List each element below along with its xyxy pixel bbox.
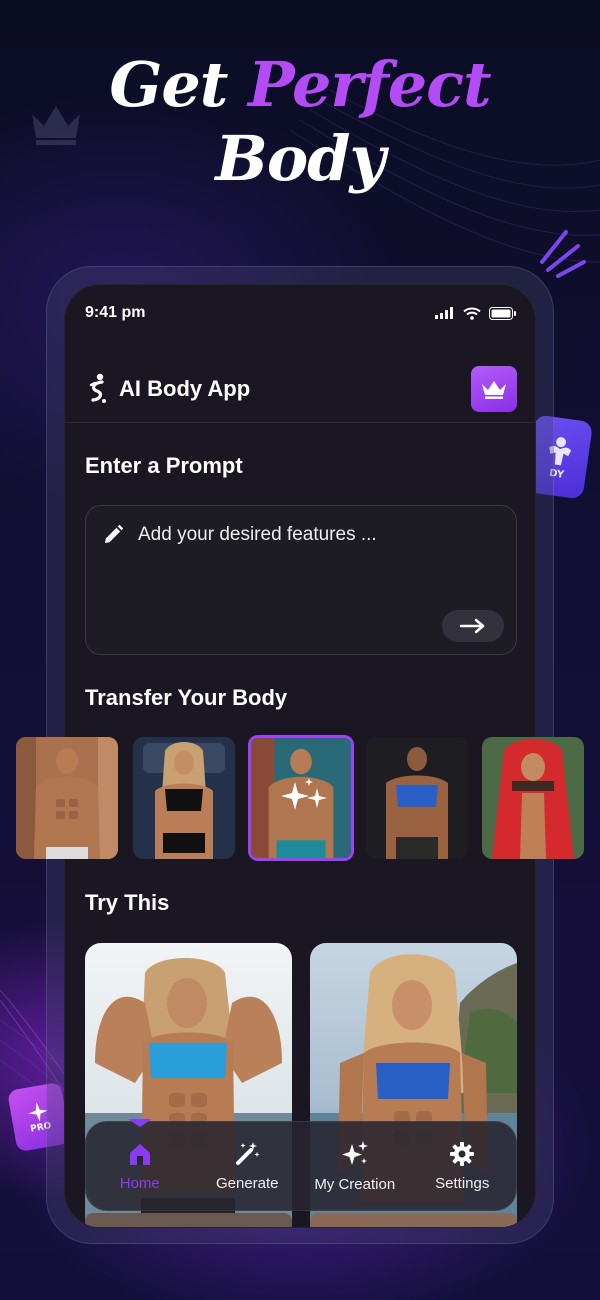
body-thumb-male-teal[interactable] [248,735,354,861]
next-row-preview [85,1213,517,1227]
app-header: AI Body App [65,355,535,423]
prompt-input[interactable]: Add your desired features ... [85,505,517,655]
figure-logo-icon [89,373,106,403]
magic-wand-icon [236,1141,260,1165]
prompt-row: Add your desired features ... [102,524,377,546]
nav-generate[interactable]: Generate [197,1141,297,1192]
nav-my-creation[interactable]: My Creation [305,1140,405,1193]
thumb-image-male-red-hoodie [482,737,584,859]
battery-icon [489,306,516,320]
body-thumb-male-red-hoodie[interactable] [482,737,584,859]
prompt-placeholder: Add your desired features ... [138,524,377,545]
body-thumb-female-black[interactable] [133,737,235,859]
wifi-icon [463,307,481,320]
accent-lines-decoration [540,230,586,278]
transfer-body-carousel [16,735,586,861]
prompt-section-title: Enter a Prompt [85,453,243,478]
arrow-right-icon [459,618,485,634]
app-title: AI Body App [119,375,251,401]
try-section-title: Try This [85,890,170,915]
nav-settings[interactable]: Settings [412,1141,512,1192]
status-icons [435,306,517,320]
signal-icon [435,307,453,319]
active-nav-indicator [127,1118,152,1127]
headline-word-body: Body [215,122,385,195]
submit-prompt-button[interactable] [442,610,504,642]
transfer-section-title: Transfer Your Body [85,685,288,710]
gear-icon [450,1141,475,1166]
headline-word-perfect: Perfect [248,48,492,121]
crown-icon [482,380,506,399]
app-brand: AI Body App [87,373,250,405]
nav-my-creation-label: My Creation [314,1175,396,1193]
bottom-navigation: Home Generate My Creation Settings [85,1118,517,1211]
headline-word-get: Get [109,48,228,121]
status-time: 9:41 pm [85,304,146,321]
nav-settings-label: Settings [435,1174,490,1192]
thumb-image-female-black [133,737,235,859]
selected-sparkles-icon [281,778,327,810]
body-thumb-male-street[interactable] [16,737,118,859]
body-thumb-female-blue[interactable] [366,737,468,859]
thumb-image-male-street [16,737,118,859]
thumb-image-female-blue [366,737,468,859]
hero-headline: Get Perfect Body [0,48,600,196]
pencil-icon [105,524,124,543]
sparkles-icon [341,1140,368,1165]
premium-button[interactable] [471,365,517,412]
nav-generate-label: Generate [215,1174,279,1192]
home-icon [129,1143,150,1165]
nav-home-label: Home [119,1174,160,1192]
status-bar: 9:41 pm [65,285,535,341]
nav-home[interactable]: Home [90,1118,190,1192]
